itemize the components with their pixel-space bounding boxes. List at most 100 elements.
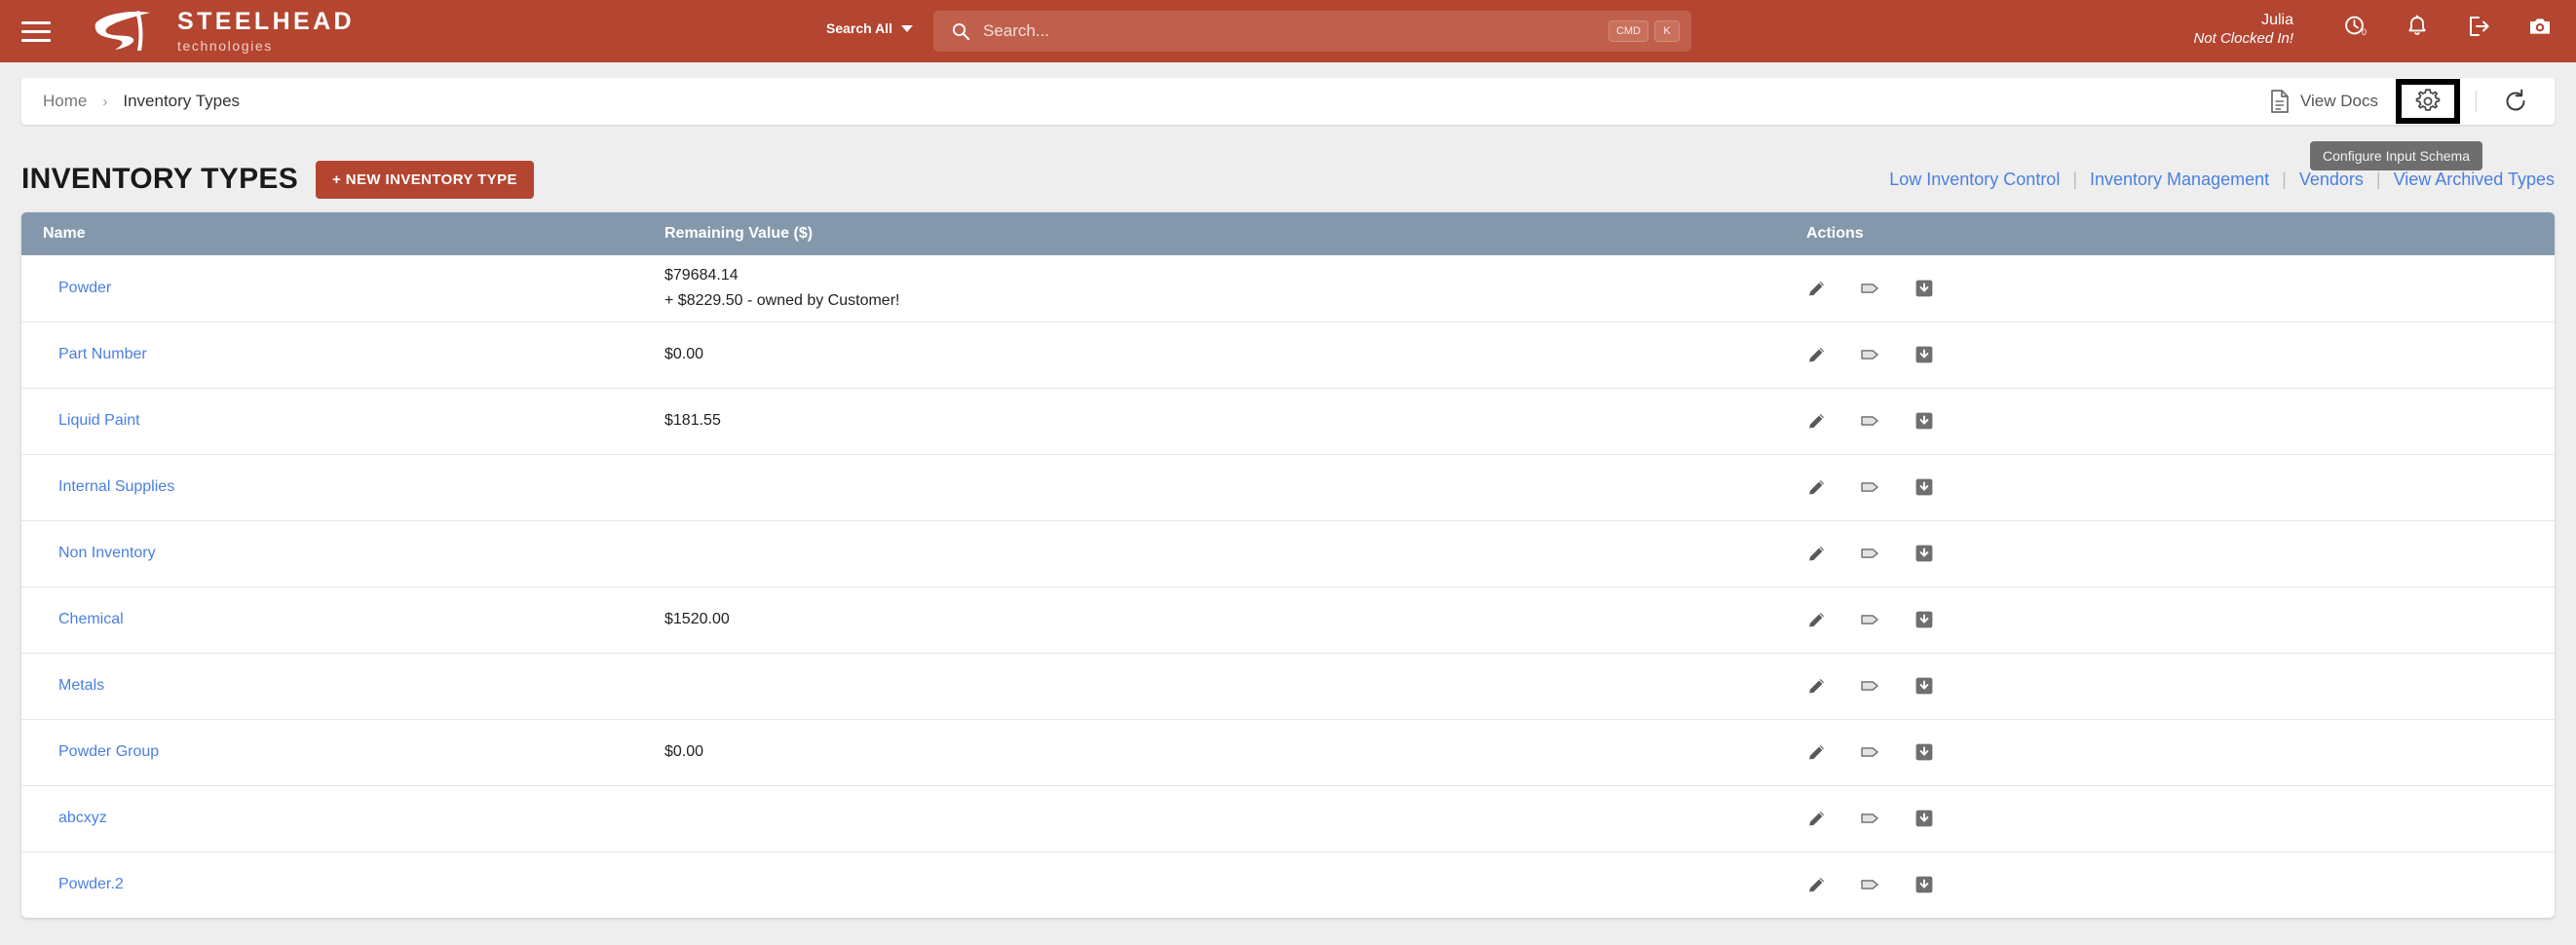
configure-input-schema-button[interactable] [2396, 79, 2460, 124]
pencil-icon[interactable] [1806, 410, 1828, 432]
table-header-row: Name Remaining Value ($) Actions [21, 212, 2555, 255]
archive-icon[interactable] [1913, 543, 1935, 564]
archive-icon[interactable] [1913, 609, 1935, 630]
archive-icon[interactable] [1913, 278, 1935, 299]
pencil-icon[interactable] [1806, 278, 1828, 299]
pencil-icon[interactable] [1806, 344, 1828, 365]
link-inventory-management[interactable]: Inventory Management [2090, 170, 2269, 190]
inventory-type-link[interactable]: Part Number [58, 346, 147, 362]
header-icon-group: 0 [2343, 14, 2553, 39]
archive-icon[interactable] [1913, 476, 1935, 498]
tag-icon[interactable] [1860, 476, 1881, 498]
tag-icon[interactable] [1860, 278, 1881, 299]
inventory-type-link[interactable]: abcxyz [58, 810, 107, 826]
search-scope-label: Search All [826, 20, 892, 36]
gear-icon [2415, 89, 2441, 111]
column-header-remaining-value[interactable]: Remaining Value ($) [664, 212, 1785, 255]
clock-icon[interactable]: 0 [2343, 14, 2368, 39]
row-actions-cell [1785, 387, 2555, 454]
inventory-type-link[interactable]: Chemical [58, 611, 124, 627]
table-body: Powder $79684.14 + $8229.50 - owned by C… [21, 255, 2555, 918]
tag-icon[interactable] [1860, 874, 1881, 895]
table-row[interactable]: Powder Group $0.00 [21, 718, 2555, 785]
row-value-cell: $181.55 [664, 387, 1785, 454]
inventory-type-link[interactable]: Powder.2 [58, 876, 124, 892]
tag-icon[interactable] [1860, 675, 1881, 697]
archive-icon[interactable] [1913, 344, 1935, 365]
pencil-icon[interactable] [1806, 874, 1828, 895]
link-vendors[interactable]: Vendors [2299, 170, 2364, 190]
document-icon [2271, 90, 2289, 113]
view-docs-button[interactable]: View Docs [2269, 89, 2396, 114]
logout-icon[interactable] [2466, 14, 2491, 39]
search-shortcut-badges: CMD K [1608, 19, 1680, 43]
pencil-icon[interactable] [1806, 609, 1828, 630]
top-header-bar: STEELHEAD technologies Search All Search… [0, 0, 2576, 62]
svg-text:0: 0 [2362, 27, 2367, 37]
table-row[interactable]: Metals [21, 652, 2555, 719]
inventory-type-link[interactable]: Metals [58, 677, 104, 694]
tag-icon[interactable] [1860, 410, 1881, 432]
brand-text: STEELHEAD technologies [177, 10, 355, 54]
tag-icon[interactable] [1860, 543, 1881, 564]
camera-icon[interactable] [2527, 14, 2553, 39]
refresh-button[interactable] [2492, 88, 2539, 115]
search-input[interactable]: Search... [983, 21, 1609, 41]
gear-tooltip: Configure Input Schema [2310, 141, 2482, 170]
tag-icon[interactable] [1860, 609, 1881, 630]
breadcrumb-home-link[interactable]: Home [43, 92, 87, 111]
pencil-icon[interactable] [1806, 476, 1828, 498]
tag-icon[interactable] [1860, 344, 1881, 365]
remaining-value: $0.00 [664, 743, 704, 760]
row-action-icons [1806, 609, 2555, 630]
archive-icon[interactable] [1913, 874, 1935, 895]
row-actions-cell [1785, 784, 2555, 851]
global-search-box[interactable]: Search... CMD K [933, 11, 1691, 52]
inventory-type-link[interactable]: Non Inventory [58, 545, 156, 561]
row-action-icons [1806, 410, 2555, 432]
table-row[interactable]: Powder.2 [21, 850, 2555, 918]
toolbar-divider [2476, 91, 2477, 112]
pencil-icon[interactable] [1806, 741, 1828, 763]
archive-icon[interactable] [1913, 741, 1935, 763]
pencil-icon[interactable] [1806, 675, 1828, 697]
pencil-icon[interactable] [1806, 543, 1828, 564]
row-actions-cell [1785, 453, 2555, 520]
link-divider: | [2072, 169, 2078, 189]
pencil-icon[interactable] [1806, 808, 1828, 829]
archive-icon[interactable] [1913, 410, 1935, 432]
table-row[interactable]: Part Number $0.00 [21, 321, 2555, 388]
inventory-type-link[interactable]: Powder [58, 280, 111, 296]
inventory-types-table: Name Remaining Value ($) Actions Powder … [21, 212, 2555, 918]
table-row[interactable]: Chemical $1520.00 [21, 586, 2555, 653]
table-row[interactable]: abcxyz [21, 784, 2555, 851]
link-view-archived-types[interactable]: View Archived Types [2394, 170, 2555, 190]
hamburger-menu-icon[interactable] [21, 18, 55, 45]
user-info[interactable]: Julia Not Clocked In! [2193, 11, 2293, 49]
row-action-icons [1806, 476, 2555, 498]
archive-icon[interactable] [1913, 808, 1935, 829]
table-row[interactable]: Internal Supplies [21, 453, 2555, 520]
table-row[interactable]: Powder $79684.14 + $8229.50 - owned by C… [21, 255, 2555, 321]
column-header-name[interactable]: Name [21, 212, 664, 255]
archive-icon[interactable] [1913, 675, 1935, 697]
search-scope-dropdown[interactable]: Search All [826, 20, 913, 36]
table-row[interactable]: Non Inventory [21, 519, 2555, 586]
inventory-type-link[interactable]: Liquid Paint [58, 412, 140, 429]
breadcrumb-bar: Home › Inventory Types View Docs [21, 78, 2555, 125]
bell-icon[interactable] [2405, 14, 2430, 39]
row-actions-cell [1785, 718, 2555, 785]
brand-logo[interactable]: STEELHEAD technologies [90, 8, 355, 55]
link-divider: | [2282, 169, 2287, 189]
new-inventory-type-button[interactable]: + NEW INVENTORY TYPE [316, 160, 534, 199]
tag-icon[interactable] [1860, 808, 1881, 829]
table-row[interactable]: Liquid Paint $181.55 [21, 387, 2555, 454]
kbd-key-badge: K [1654, 19, 1680, 43]
tag-icon[interactable] [1860, 741, 1881, 763]
breadcrumb: Home › Inventory Types [43, 92, 240, 111]
link-low-inventory-control[interactable]: Low Inventory Control [1889, 170, 2060, 190]
inventory-type-link[interactable]: Internal Supplies [58, 478, 174, 495]
row-action-icons [1806, 278, 2555, 299]
row-name-cell: Chemical [21, 586, 664, 653]
inventory-type-link[interactable]: Powder Group [58, 743, 159, 760]
